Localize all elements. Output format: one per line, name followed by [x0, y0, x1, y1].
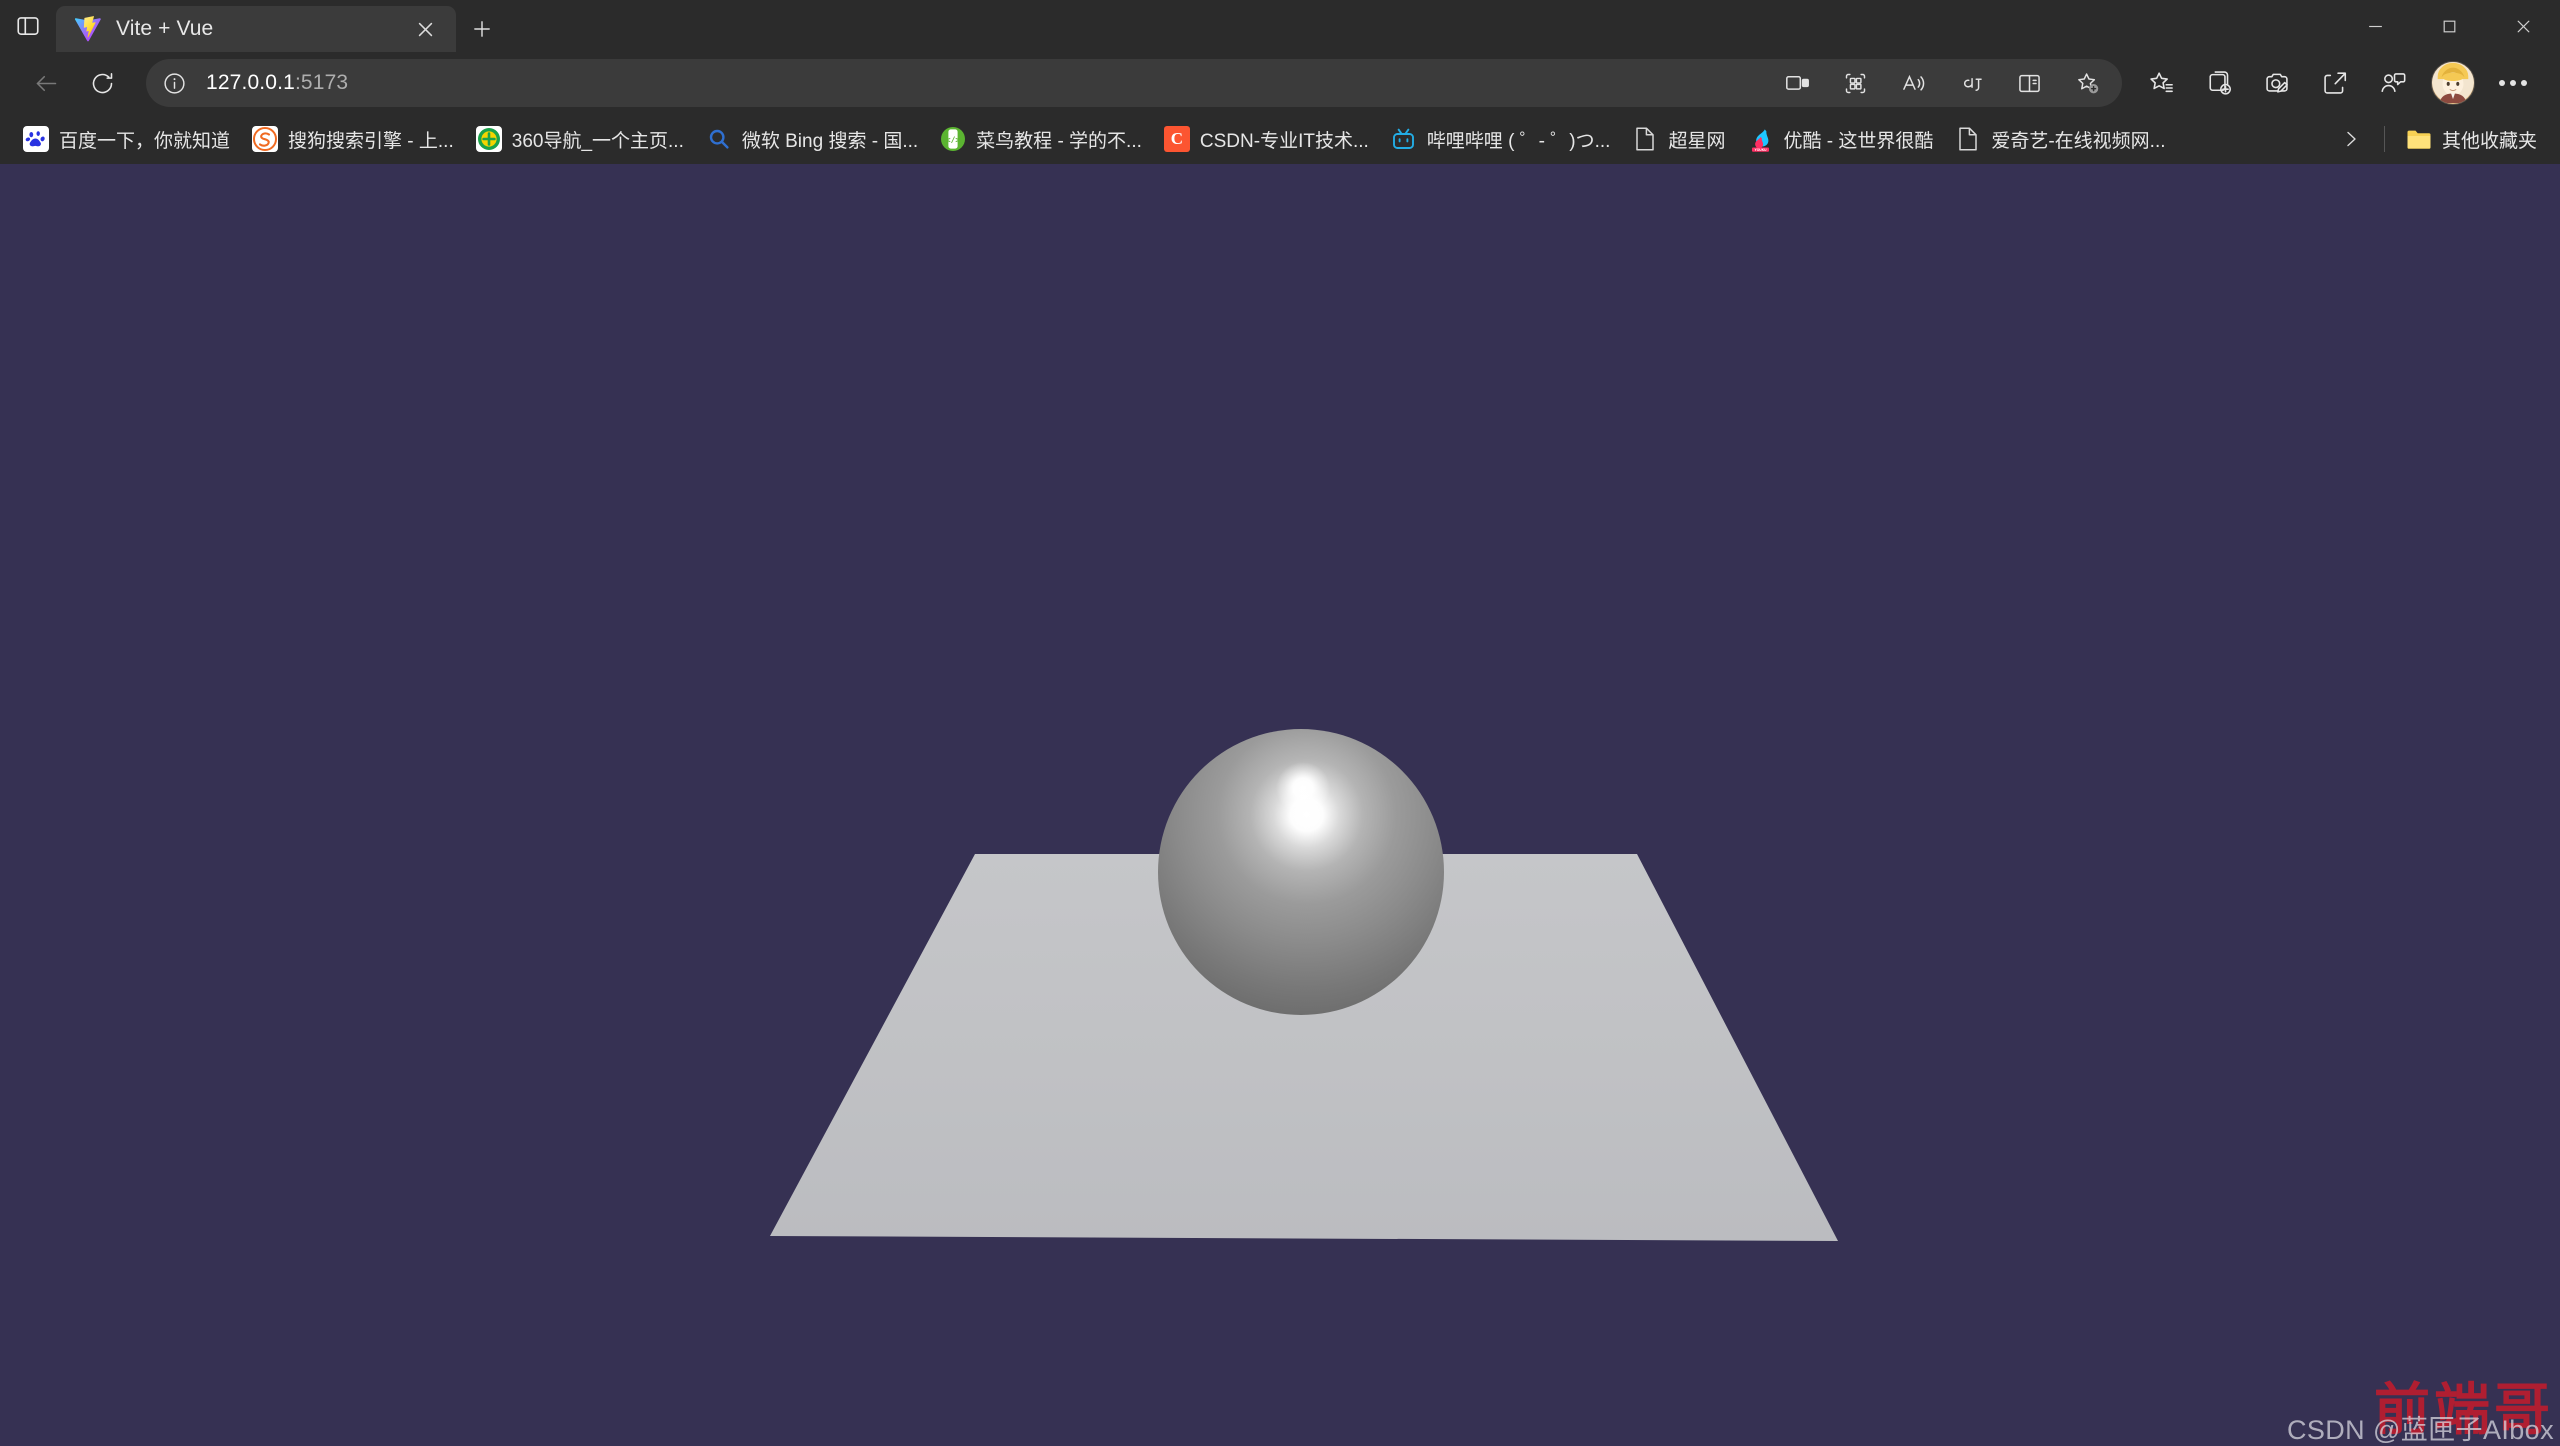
settings-and-more-icon[interactable] [2484, 55, 2542, 111]
url-port: :5173 [294, 71, 349, 94]
bookmark-runoob[interactable]: </> 菜鸟教程 - 学的不... [929, 120, 1153, 158]
svg-text:</>: </> [946, 135, 961, 144]
bookmarks-bar: 百度一下，你就知道 搜狗搜索引擎 - 上... 360导航_一个主页... 微软… [0, 114, 2560, 164]
browser-toolbar: 127.0.0.1:5173 [0, 52, 2560, 114]
bing-icon [706, 126, 732, 152]
address-bar-url[interactable]: 127.0.0.1:5173 [196, 71, 1768, 95]
collections-icon[interactable] [2190, 55, 2248, 111]
dot [2521, 80, 2527, 86]
dot [2510, 80, 2516, 86]
bookmark-label: 爱奇艺-在线视频网... [1991, 130, 2166, 152]
minimize-button[interactable] [2338, 0, 2412, 52]
bookmark-label: 微软 Bing 搜索 - 国... [741, 130, 919, 152]
bookmark-label: 超星网 [1668, 130, 1726, 152]
translate-icon[interactable] [1942, 61, 2000, 105]
title-bar-drag-area [508, 0, 2338, 52]
runoob-icon: </> [940, 126, 966, 152]
share-icon[interactable] [2306, 55, 2364, 111]
back-button[interactable] [18, 55, 74, 111]
tab-title: Vite + Vue [116, 17, 214, 40]
bookmark-iqiyi[interactable]: 爱奇艺-在线视频网... [1944, 120, 2176, 158]
bookmark-label: 菜鸟教程 - 学的不... [976, 130, 1142, 152]
title-bar: Vite + Vue [0, 0, 2560, 52]
split-screen-icon[interactable] [1768, 61, 1826, 105]
window-controls [2338, 0, 2560, 52]
screenshot-icon[interactable] [2248, 55, 2306, 111]
bookmark-360[interactable]: 360导航_一个主页... [465, 120, 695, 158]
youku-icon: YOUKU [1747, 126, 1773, 152]
folder-icon [2406, 126, 2432, 152]
bookmarks-divider [2383, 126, 2385, 152]
tab-actions-icon[interactable] [0, 0, 56, 52]
address-bar[interactable]: 127.0.0.1:5173 [146, 59, 2122, 107]
bookmarks-overflow-chevron-right-icon[interactable] [2328, 120, 2374, 158]
bilibili-icon [1391, 126, 1417, 152]
svg-text:YOUKU: YOUKU [1755, 147, 1768, 151]
document-icon [1955, 126, 1981, 152]
copilot-icon[interactable] [2364, 55, 2422, 111]
bookmark-label: 哔哩哔哩 ( ゜- ゜)つ... [1426, 130, 1611, 152]
bookmark-bilibili[interactable]: 哔哩哔哩 ( ゜- ゜)つ... [1380, 120, 1622, 158]
toolbar-right-actions [2132, 55, 2542, 111]
bookmark-label: CSDN-专业IT技术... [1199, 130, 1369, 152]
read-aloud-icon[interactable] [1884, 61, 1942, 105]
document-icon [1632, 126, 1658, 152]
close-window-button[interactable] [2486, 0, 2560, 52]
add-favorite-icon[interactable] [2058, 61, 2116, 105]
csdn-icon: C [1163, 126, 1190, 152]
browser-tab-active[interactable]: Vite + Vue [56, 6, 456, 52]
reading-view-icon[interactable] [2000, 61, 2058, 105]
bookmark-label: 其他收藏夹 [2441, 130, 2537, 152]
bookmark-label: 搜狗搜索引擎 - 上... [288, 130, 454, 152]
bookmark-other-folder[interactable]: 其他收藏夹 [2395, 120, 2548, 158]
bookmark-youku[interactable]: YOUKU 优酷 - 这世界很酷 [1736, 120, 1944, 158]
new-tab-icon[interactable] [456, 6, 508, 52]
apps-grid-icon[interactable] [1826, 61, 1884, 105]
sphere-specular-highlight [1276, 762, 1330, 814]
refresh-button[interactable] [74, 55, 130, 111]
info-circle-icon[interactable] [152, 61, 196, 105]
bookmark-csdn[interactable]: C CSDN-专业IT技术... [1153, 120, 1380, 158]
sogou-icon [252, 126, 279, 152]
maximize-button[interactable] [2412, 0, 2486, 52]
close-tab-icon[interactable] [408, 12, 442, 46]
bookmark-label: 百度一下，你就知道 [59, 130, 231, 152]
bookmark-bing[interactable]: 微软 Bing 搜索 - 国... [695, 120, 929, 158]
bookmark-sogou[interactable]: 搜狗搜索引擎 - 上... [241, 120, 465, 158]
favorites-icon[interactable] [2132, 55, 2190, 111]
url-host: 127.0.0.1 [206, 71, 295, 94]
bookmark-chaoxing[interactable]: 超星网 [1621, 120, 1736, 158]
profile-avatar[interactable] [2431, 61, 2475, 105]
bookmark-label: 优酷 - 这世界很酷 [1783, 130, 1934, 152]
webgl-scene-canvas[interactable] [0, 164, 2560, 1446]
bookmark-baidu[interactable]: 百度一下，你就知道 [12, 120, 241, 158]
page-viewport[interactable]: 前端哥 CSDN @蓝匣子AIbox [0, 164, 2560, 1446]
vite-logo-icon [74, 15, 102, 43]
omnibox-actions [1768, 61, 2116, 105]
baidu-icon [23, 126, 49, 152]
360-icon [475, 126, 502, 152]
bookmark-label: 360导航_一个主页... [511, 130, 684, 152]
dot [2499, 80, 2505, 86]
